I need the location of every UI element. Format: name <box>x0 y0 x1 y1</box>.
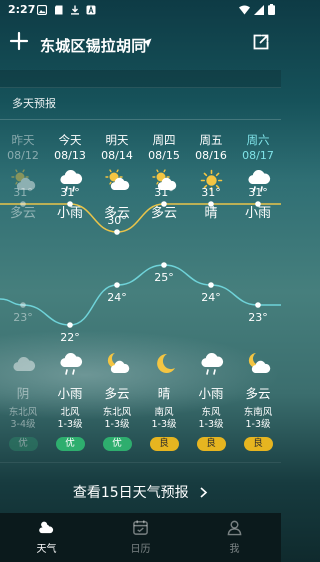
light-rain-icon <box>59 352 82 375</box>
low-temp-line <box>0 264 281 326</box>
high-temp-point <box>114 229 120 235</box>
calendar-icon <box>133 520 148 535</box>
profile-icon <box>227 520 242 536</box>
low-temp-point <box>20 302 26 308</box>
high-temp-point <box>208 201 214 207</box>
add-city-icon[interactable] <box>8 30 30 52</box>
night-condition: 阴 <box>16 386 30 401</box>
status-bar: 2:27 <box>0 0 281 22</box>
aqi-badge: 优 <box>8 437 38 451</box>
wind-level: 1-3级 <box>104 419 130 430</box>
view-15-day-forecast-button[interactable]: 查看15日天气预报 <box>0 466 281 502</box>
moon-icon <box>156 353 175 373</box>
high-temp-line <box>0 203 281 233</box>
chevron-right-icon <box>200 487 208 498</box>
font-notification-icon <box>86 5 96 15</box>
status-time: 2:27 <box>8 3 36 16</box>
button-divider <box>0 462 281 463</box>
download-icon <box>71 5 79 15</box>
wifi-icon <box>239 5 250 14</box>
night-condition: 多云 <box>245 386 271 401</box>
night-condition: 晴 <box>157 386 171 401</box>
high-temp-point <box>255 201 261 207</box>
image-notification-icon <box>37 5 47 15</box>
location-arrow-icon <box>142 38 152 48</box>
wind-level: 1-3级 <box>151 419 177 430</box>
high-temp-point <box>67 201 73 207</box>
tab-me-label: 我 <box>229 544 240 555</box>
view-15-day-forecast-label: 查看15日天气预报 <box>72 485 189 501</box>
wind-level: 1-3级 <box>57 419 83 430</box>
share-icon[interactable] <box>253 34 269 50</box>
night-condition: 小雨 <box>198 386 224 401</box>
high-temp-label: 31° <box>60 186 80 199</box>
wind-level: 3-4级 <box>10 419 36 430</box>
low-temp-label: 24° <box>107 291 127 304</box>
weather-icon <box>39 521 54 534</box>
tab-weather-label: 天气 <box>36 544 57 555</box>
low-temp-label: 23° <box>13 311 33 324</box>
low-temp-point <box>208 282 214 288</box>
aqi-badge: 良 <box>149 437 179 451</box>
aqi-badge: 优 <box>102 437 132 451</box>
location-title[interactable]: 东城区锡拉胡同 <box>40 35 146 56</box>
high-temp-label: 30° <box>107 214 127 227</box>
aqi-badge: 良 <box>243 437 273 451</box>
high-temp-label: 31° <box>201 186 221 199</box>
cloudy-icon <box>12 356 35 371</box>
aqi-badge: 良 <box>196 437 226 451</box>
low-temp-point <box>67 322 73 328</box>
tab-calendar-label: 日历 <box>130 544 151 555</box>
high-temp-point <box>20 201 26 207</box>
sd-card-icon <box>55 5 63 15</box>
low-temp-point <box>161 262 167 268</box>
low-temp-label: 25° <box>154 271 174 284</box>
battery-icon <box>268 4 275 15</box>
high-temp-label: 31° <box>13 186 33 199</box>
cloudy-night-icon <box>248 353 270 373</box>
bottom-tab-bar: 天气 日历 我 <box>0 513 281 562</box>
tab-calendar[interactable]: 日历 <box>94 513 187 562</box>
section-title: 多天预报 <box>12 97 56 110</box>
night-condition: 小雨 <box>57 386 83 401</box>
high-temp-point <box>161 201 167 207</box>
low-temp-label: 22° <box>60 331 80 344</box>
high-temp-label: 31° <box>154 186 174 199</box>
cloudy-night-icon <box>107 353 129 373</box>
tab-weather[interactable]: 天气 <box>0 513 93 562</box>
temperature-chart: 31° 23° 31° 22° 30° 24° 31° 25° 31° 24° 31° 23° <box>0 186 281 344</box>
signal-icon <box>254 4 264 15</box>
high-temp-label: 31° <box>248 186 268 199</box>
light-rain-icon <box>200 352 223 375</box>
tab-me[interactable]: 我 <box>188 513 281 562</box>
app-header: 东城区锡拉胡同 <box>0 26 281 62</box>
low-temp-point <box>114 282 120 288</box>
wind-level: 1-3级 <box>245 419 271 430</box>
low-temp-label: 23° <box>248 311 268 324</box>
wind-level: 1-3级 <box>198 419 224 430</box>
scrolled-content-band <box>0 70 281 88</box>
night-condition: 多云 <box>104 386 130 401</box>
low-temp-point <box>255 302 261 308</box>
low-temp-label: 24° <box>201 291 221 304</box>
aqi-badge: 优 <box>55 437 85 451</box>
